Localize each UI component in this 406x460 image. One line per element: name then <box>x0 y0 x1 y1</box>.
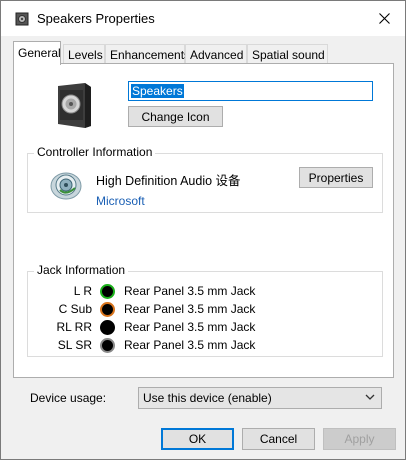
speaker-title-icon <box>15 12 29 26</box>
general-panel: Speakers Change Icon Controller Informat… <box>13 63 394 378</box>
tab-general[interactable]: General <box>13 41 61 65</box>
controller-name: High Definition Audio 设备 <box>96 174 241 188</box>
audio-controller-icon <box>50 172 82 200</box>
jack-info-group: Jack Information L R Rear Panel 3.5 mm J… <box>27 263 383 357</box>
jack-channel: C Sub <box>58 302 92 316</box>
jack-row: SL SR Rear Panel 3.5 mm Jack <box>28 337 382 354</box>
jack-row: RL RR Rear Panel 3.5 mm Jack <box>28 319 382 336</box>
jack-row: L R Rear Panel 3.5 mm Jack <box>28 283 382 300</box>
controller-properties-button[interactable]: Properties <box>299 167 373 188</box>
jack-color-icon <box>100 284 115 299</box>
tab-levels[interactable]: Levels <box>63 44 105 64</box>
device-name-text: Speakers <box>131 84 184 98</box>
speaker-device-icon <box>58 83 91 128</box>
device-usage-select[interactable]: Use this device (enable) <box>138 387 382 409</box>
jack-color-icon <box>100 338 115 353</box>
close-button[interactable] <box>363 1 405 36</box>
change-icon-button[interactable]: Change Icon <box>128 106 223 127</box>
jack-color-icon <box>100 302 115 317</box>
ok-button[interactable]: OK <box>161 428 234 450</box>
jack-channel: RL RR <box>56 320 92 334</box>
jack-row: C Sub Rear Panel 3.5 mm Jack <box>28 301 382 318</box>
close-icon <box>378 13 390 24</box>
jack-description: Rear Panel 3.5 mm Jack <box>124 284 256 298</box>
chevron-down-icon <box>365 394 375 400</box>
cancel-button[interactable]: Cancel <box>242 428 315 450</box>
window-title: Speakers Properties <box>37 11 155 26</box>
apply-button[interactable]: Apply <box>323 428 396 450</box>
title-bar: Speakers Properties <box>1 1 405 36</box>
jack-description: Rear Panel 3.5 mm Jack <box>124 320 256 334</box>
jack-description: Rear Panel 3.5 mm Jack <box>124 302 256 316</box>
jack-info-label: Jack Information <box>34 263 129 277</box>
device-name-input[interactable]: Speakers <box>128 81 373 101</box>
controller-info-label: Controller Information <box>34 145 156 159</box>
jack-description: Rear Panel 3.5 mm Jack <box>124 338 256 352</box>
properties-window: Speakers Properties General Levels Enhan… <box>0 0 406 460</box>
jack-channel: SL SR <box>57 338 92 352</box>
tab-advanced[interactable]: Advanced <box>185 44 247 64</box>
tab-enhancements[interactable]: Enhancements <box>105 44 190 64</box>
controller-info-group: Controller Information High Definition A… <box>27 145 383 213</box>
device-usage-value: Use this device (enable) <box>143 391 272 405</box>
controller-vendor: Microsoft <box>96 194 145 208</box>
jack-channel: L R <box>73 284 92 298</box>
device-usage-label: Device usage: <box>30 391 107 405</box>
tab-spatial-sound[interactable]: Spatial sound <box>247 44 328 64</box>
jack-color-icon <box>100 320 115 335</box>
